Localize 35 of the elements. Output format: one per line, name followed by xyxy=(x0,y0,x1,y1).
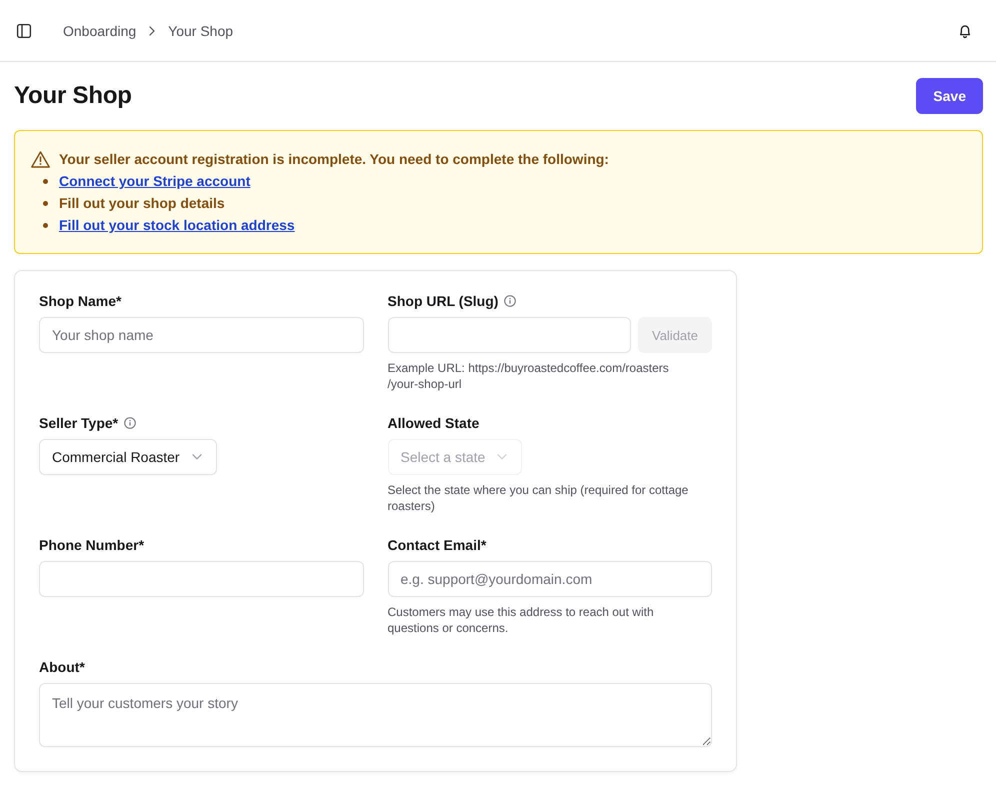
warning-icon xyxy=(31,150,50,168)
text-input[interactable]: Your shop name xyxy=(39,317,364,353)
chevron-right-icon xyxy=(149,26,156,36)
sidebar-toggle-icon[interactable] xyxy=(16,22,32,38)
bullet-icon xyxy=(43,222,48,228)
chevron-down-icon xyxy=(497,454,508,460)
save-button[interactable]: Save xyxy=(916,78,983,114)
page-title: Your Shop xyxy=(14,82,132,110)
breadcrumb-link[interactable]: Onboarding xyxy=(63,22,136,38)
field-label: Shop Name* xyxy=(39,292,122,311)
breadcrumb-current-page: Your Shop xyxy=(168,22,234,38)
help-text: Select the state where you can ship (required for cottage roasters) xyxy=(388,482,690,514)
field-label: About* xyxy=(39,658,85,677)
info-icon[interactable] xyxy=(504,295,516,307)
help-text: Example URL: https://buyroastedcoffee.com/roasters /your-shop-url xyxy=(388,360,670,392)
field-label: Shop URL (Slug) xyxy=(388,292,498,311)
alert-item-text: Fill out your shop details xyxy=(59,194,225,213)
field-label: Allowed State xyxy=(388,414,480,433)
help-text: Customers may use this address to reach out with questions or concerns. xyxy=(388,604,655,636)
alert-link[interactable]: Fill out your stock location address xyxy=(59,214,295,236)
textarea-field[interactable]: Tell your customers your story xyxy=(39,683,712,747)
field-label: Phone Number* xyxy=(39,536,144,555)
field-label: Seller Type* xyxy=(39,414,118,433)
info-icon[interactable] xyxy=(124,417,136,429)
dropdown-select[interactable]: Commercial Roaster xyxy=(39,439,217,475)
bullet-icon xyxy=(43,178,48,184)
bullet-icon xyxy=(43,200,48,206)
chevron-down-icon xyxy=(192,454,202,460)
alert-link[interactable]: Connect your Stripe account xyxy=(59,170,250,192)
field-label: Contact Email* xyxy=(388,536,486,555)
bell-icon[interactable] xyxy=(957,22,973,38)
text-input[interactable] xyxy=(39,561,364,597)
alert-message: Your seller account registration is incomplete. You need to complete the following: xyxy=(59,150,609,169)
text-input[interactable] xyxy=(388,317,631,353)
text-input[interactable]: e.g. support@yourdomain.com xyxy=(388,561,712,597)
